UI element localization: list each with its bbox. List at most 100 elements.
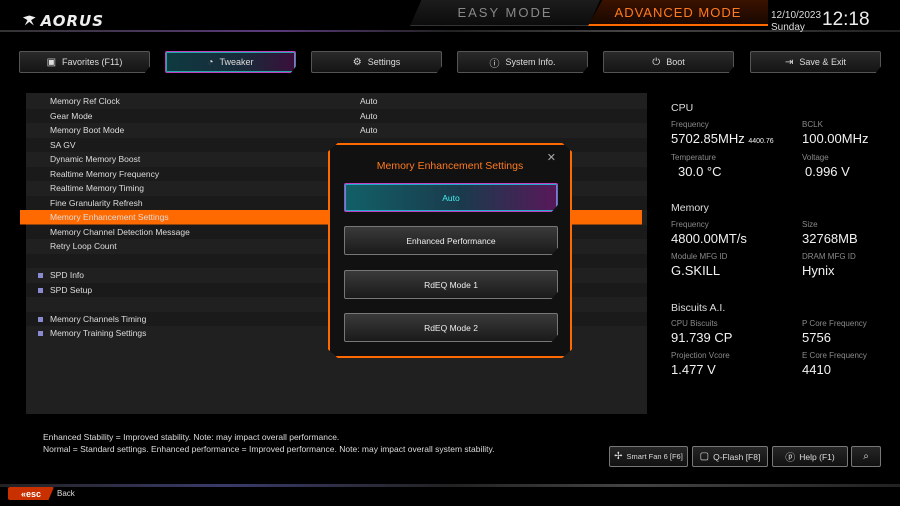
setting-row[interactable]: Memory Boot Mode Auto — [26, 123, 647, 138]
dialog-title: Memory Enhancement Settings — [376, 160, 524, 172]
fan-icon: ✢ — [614, 451, 623, 462]
cpu-heading: CPU — [671, 102, 694, 114]
tab-tweaker-label: Tweaker — [219, 57, 254, 67]
date-text: 12/10/2023 — [771, 10, 822, 21]
memory-size-label: Size — [802, 220, 818, 229]
help-note-line1: Enhanced Stability = Improved stability.… — [43, 432, 340, 442]
setting-label: Memory Boot Mode — [50, 125, 125, 135]
bclk-label: BCLK — [802, 120, 823, 129]
ecore-frequency-label: E Core Frequency — [802, 351, 867, 360]
temperature-value: 30.0 °C — [678, 164, 722, 179]
qflash-button[interactable]: ▢ Q-Flash [F8] — [692, 446, 768, 467]
clock: 12:18 — [822, 9, 870, 30]
voltage-value: 0.996 V — [805, 164, 850, 179]
setting-label: Gear Mode — [50, 110, 93, 121]
setting-row[interactable]: Memory Ref Clock Auto — [26, 94, 647, 109]
logo-text: AORUS — [40, 12, 104, 30]
setting-row[interactable]: Gear Mode Auto — [26, 108, 647, 123]
tab-tweaker[interactable]: ◔ Tweaker — [165, 51, 296, 73]
memory-enhancement-dialog: Memory Enhancement Settings ✕ Auto Enhan… — [328, 143, 572, 358]
day-text: Sunday — [771, 22, 805, 33]
memory-size-value: 32768MB — [802, 231, 858, 246]
option-rdeq-mode-1[interactable]: RdEQ Mode 1 — [344, 270, 558, 299]
option-auto[interactable]: Auto — [344, 183, 558, 212]
setting-label: Realtime Memory Frequency — [50, 168, 160, 179]
tab-boot[interactable]: ⏻ Boot — [603, 51, 734, 73]
memory-frequency-label: Frequency — [671, 220, 709, 229]
setting-label: SPD Setup — [50, 284, 93, 295]
setting-label: Memory Training Settings — [50, 328, 147, 338]
submenu-bullet-icon — [38, 331, 43, 336]
setting-label: SPD Info — [50, 270, 85, 280]
easy-mode-button[interactable]: EASY MODE — [410, 0, 600, 26]
setting-value: Auto — [360, 125, 378, 135]
gear-icon: ⚙ — [352, 56, 362, 68]
dram-mfg-label: DRAM MFG ID — [802, 252, 856, 261]
qflash-label: Q-Flash [F8] — [713, 451, 761, 462]
pcore-frequency-label: P Core Frequency — [802, 319, 867, 328]
smart-fan-label: Smart Fan 6 [F6] — [626, 452, 683, 461]
setting-label: Dynamic Memory Boost — [50, 154, 141, 164]
setting-value: Auto — [360, 110, 378, 121]
aorus-logo: AORUS — [22, 10, 104, 32]
submenu-bullet-icon — [38, 273, 43, 278]
esc-button[interactable]: «esc — [8, 487, 54, 500]
close-icon[interactable]: ✕ — [547, 151, 556, 164]
option-enhanced-performance[interactable]: Enhanced Performance — [344, 226, 558, 255]
memory-frequency-value: 4800.00MT/s — [671, 231, 747, 246]
setting-value: Auto — [360, 96, 378, 106]
submenu-bullet-icon — [38, 287, 43, 293]
tab-boot-label: Boot — [666, 57, 685, 67]
cpu-biscuits-label: CPU Biscuits — [671, 319, 718, 328]
setting-label: Memory Ref Clock — [50, 96, 120, 106]
setting-label: Retry Loop Count — [50, 241, 117, 251]
favorites-icon: ▣ — [46, 56, 57, 68]
pcore-frequency-value: 5756 — [802, 330, 831, 345]
cpu-biscuits-value: 91.739 CP — [671, 330, 733, 345]
footer-stripe — [0, 484, 900, 487]
power-icon: ⏻ — [652, 56, 661, 68]
setting-label: Memory Enhancement Settings — [50, 212, 169, 222]
qflash-icon: ▢ — [699, 451, 710, 462]
dram-mfg-value: Hynix — [802, 263, 835, 278]
cpu-frequency-value: 5702.85MHz 4400.76 — [671, 131, 774, 146]
memory-heading: Memory — [671, 202, 709, 214]
help-label: Help (F1) — [799, 451, 835, 462]
cpu-frequency-sub: 4400.76 — [748, 138, 774, 145]
eagle-icon — [22, 15, 36, 26]
bclk-value: 100.00MHz — [802, 131, 869, 146]
module-mfg-value: G.SKILL — [671, 263, 721, 278]
search-icon: ⌕ — [863, 451, 869, 462]
smart-fan-button[interactable]: ✢ Smart Fan 6 [F6] — [609, 446, 688, 467]
setting-label: Realtime Memory Timing — [50, 183, 144, 193]
biscuits-heading: Biscuits A.I. — [671, 302, 726, 314]
search-button[interactable]: ⌕ — [851, 446, 881, 467]
date-display: 12/10/2023 Sunday — [771, 10, 821, 34]
tab-save-exit[interactable]: ⇥ Save & Exit — [750, 51, 881, 73]
module-mfg-label: Module MFG ID — [671, 252, 728, 261]
tab-save-exit-label: Save & Exit — [799, 57, 846, 67]
setting-label: SA GV — [50, 139, 76, 150]
projection-vcore-label: Projection Vcore — [671, 351, 730, 360]
help-note-line2: Normal = Standard settings. Enhanced per… — [43, 444, 495, 454]
ecore-frequency-value: 4410 — [802, 362, 831, 377]
tab-system-info[interactable]: ⓘ System Info. — [457, 51, 588, 73]
advanced-mode-button[interactable]: ADVANCED MODE — [588, 0, 768, 26]
temperature-label: Temperature — [671, 153, 716, 162]
info-icon: ⓘ — [489, 58, 500, 70]
setting-label: Memory Channel Detection Message — [50, 226, 190, 237]
setting-label: Fine Granularity Refresh — [50, 197, 143, 208]
cpu-frequency-main: 5702.85MHz — [671, 131, 745, 146]
back-label: Back — [57, 489, 75, 498]
cpu-frequency-label: Frequency — [671, 120, 709, 129]
tab-favorites-label: Favorites (F11) — [62, 57, 123, 67]
projection-vcore-value: 1.477 V — [671, 362, 716, 377]
header-stripe — [0, 30, 900, 32]
option-rdeq-mode-2[interactable]: RdEQ Mode 2 — [344, 313, 558, 342]
help-icon: ⓟ — [785, 453, 796, 464]
help-button[interactable]: ⓟ Help (F1) — [772, 446, 848, 467]
tab-favorites[interactable]: ▣ Favorites (F11) — [19, 51, 150, 73]
setting-label: Memory Channels Timing — [50, 313, 147, 324]
submenu-bullet-icon — [38, 316, 43, 322]
tab-settings[interactable]: ⚙ Settings — [311, 51, 442, 73]
